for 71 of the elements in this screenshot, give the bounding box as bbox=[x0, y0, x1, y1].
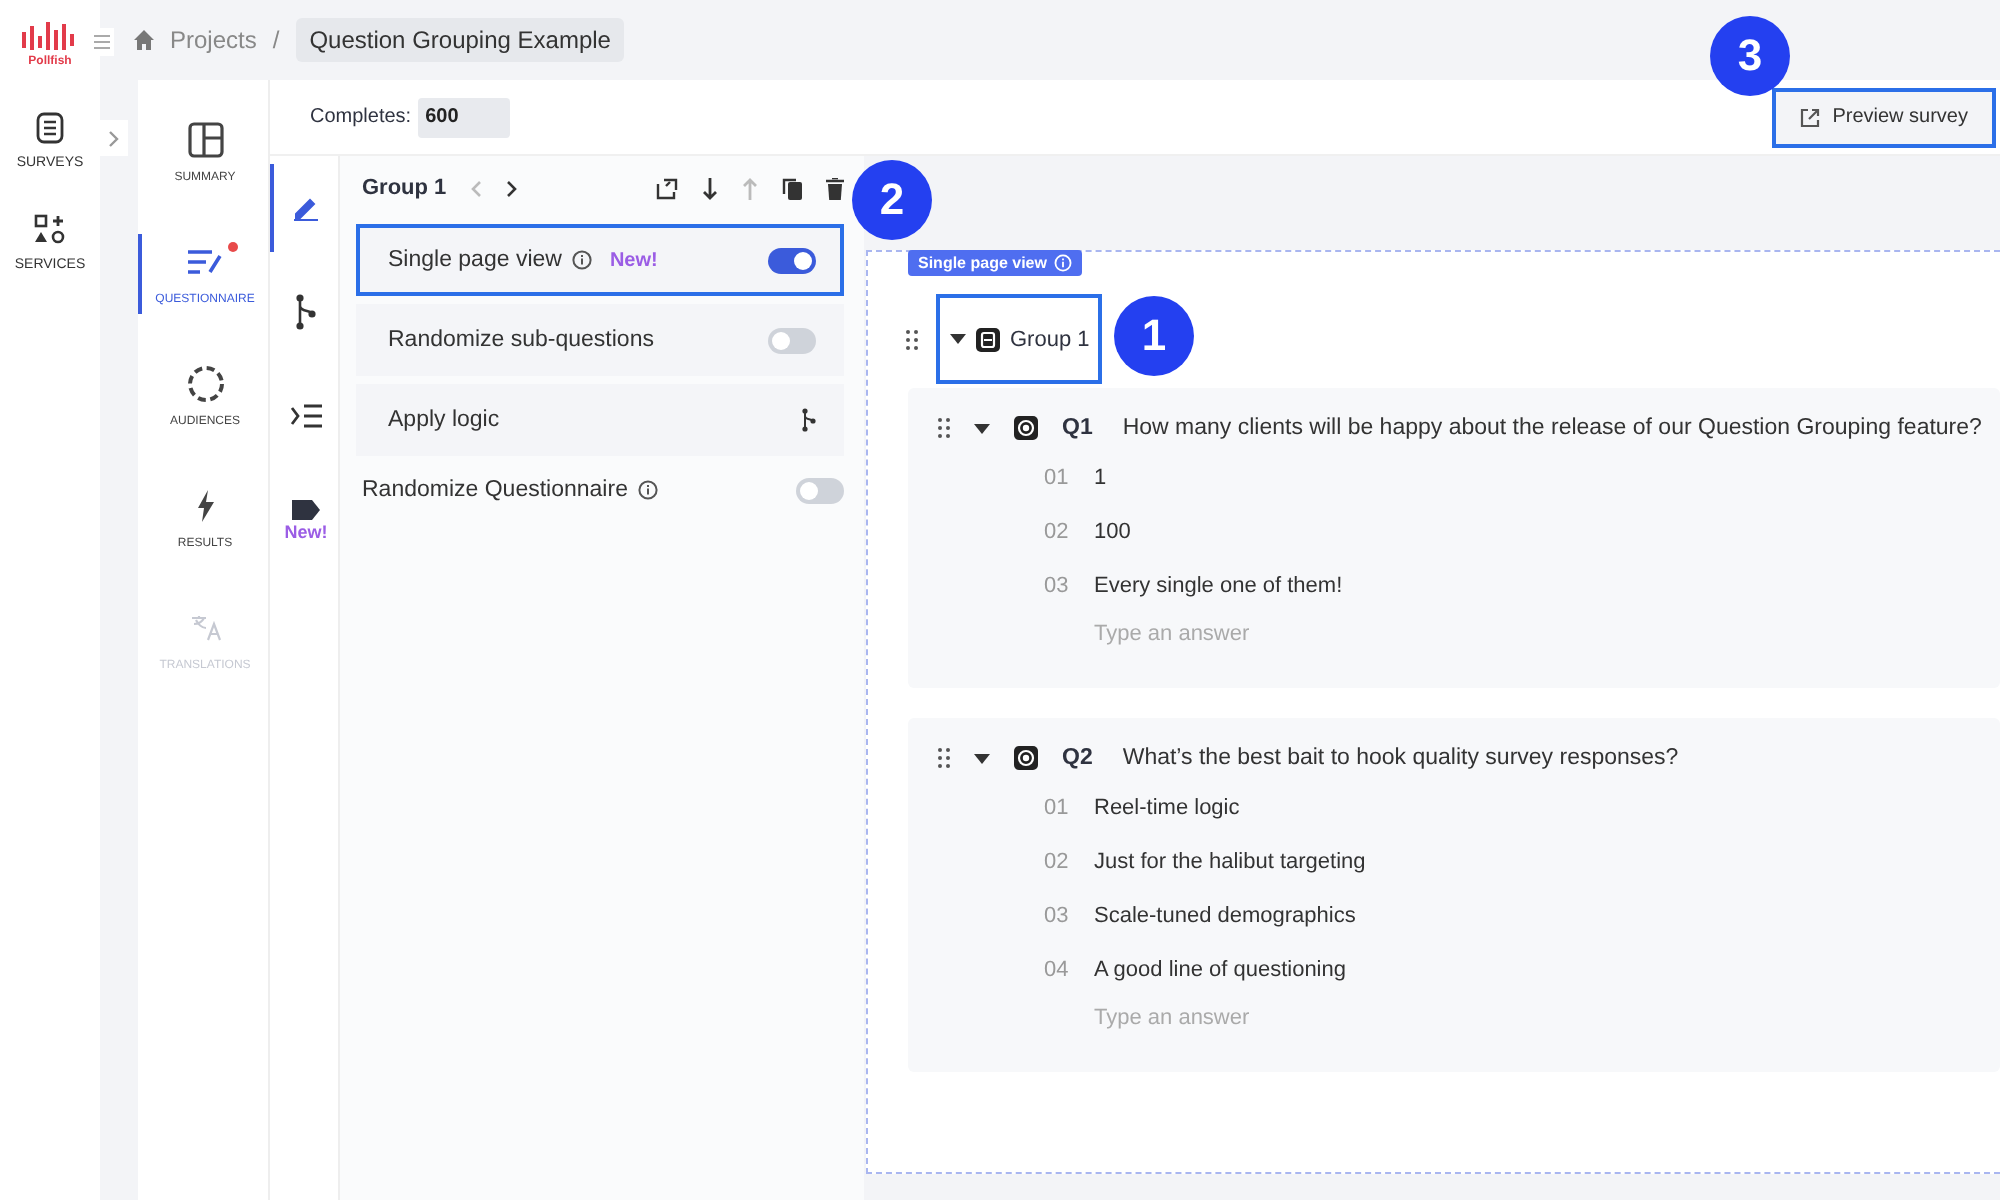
list-edit-icon bbox=[185, 248, 225, 276]
ungroup-icon[interactable] bbox=[656, 177, 678, 199]
breadcrumb-separator: / bbox=[272, 26, 280, 54]
answer-text: 1 bbox=[1094, 465, 1107, 489]
setting-label: Randomize sub-questions bbox=[388, 328, 654, 352]
trash-icon[interactable] bbox=[826, 177, 844, 199]
translate-icon bbox=[189, 614, 221, 642]
caret-icon[interactable] bbox=[974, 423, 990, 433]
arrow-down-icon[interactable] bbox=[702, 177, 718, 199]
group-icon bbox=[976, 327, 1000, 351]
answer-text: Every single one of them! bbox=[1094, 573, 1343, 597]
pen-icon bbox=[292, 194, 320, 222]
branch-icon bbox=[296, 294, 316, 330]
lightning-icon bbox=[195, 490, 215, 522]
answer-text: Scale-tuned demographics bbox=[1094, 903, 1356, 927]
answer-field[interactable]: Type an answer bbox=[1094, 612, 1494, 656]
copy-icon[interactable] bbox=[782, 177, 802, 199]
chevron-right-icon bbox=[108, 129, 120, 147]
setting-label: Single page view bbox=[388, 248, 562, 272]
question-text: How many clients will be happy about the release of our Question Grouping feature? bbox=[1122, 416, 1982, 440]
preview-survey-button[interactable]: Preview survey bbox=[1772, 87, 1996, 147]
info-icon[interactable] bbox=[637, 480, 658, 500]
radio-type-icon bbox=[1014, 416, 1038, 440]
setting-label: Apply logic bbox=[388, 408, 500, 432]
tool-tab[interactable]: New! bbox=[270, 476, 338, 564]
external-link-icon bbox=[1800, 107, 1821, 127]
answer-text: 100 bbox=[1094, 519, 1131, 543]
completes-field[interactable]: 600 bbox=[417, 97, 510, 137]
branch-icon[interactable] bbox=[802, 408, 816, 432]
project-name: Question Grouping Example bbox=[295, 18, 625, 62]
answer-number: 01 bbox=[1044, 465, 1070, 489]
answer-number: 02 bbox=[1044, 849, 1070, 873]
info-icon bbox=[1054, 254, 1073, 272]
caret-icon[interactable] bbox=[974, 753, 990, 763]
answer-number: 01 bbox=[1044, 795, 1070, 819]
logo-icon bbox=[20, 20, 80, 56]
dotted-circle-icon bbox=[185, 364, 225, 404]
question-number: Q2 bbox=[1062, 746, 1093, 770]
new-label: New! bbox=[609, 249, 658, 271]
next-icon[interactable] bbox=[506, 179, 519, 197]
layout-icon bbox=[187, 122, 223, 158]
question-number: Q1 bbox=[1062, 416, 1093, 440]
radio-type-icon bbox=[1014, 746, 1038, 770]
group-header[interactable]: Group 1 bbox=[936, 294, 1102, 384]
answer-field[interactable]: Type an answer bbox=[1094, 996, 1494, 1040]
question-text: What’s the best bait to hook quality survey responses? bbox=[1122, 746, 1679, 770]
tag-icon bbox=[290, 498, 322, 522]
shapes-icon bbox=[34, 214, 66, 246]
answer-number: 02 bbox=[1044, 519, 1070, 543]
toggle-switch[interactable] bbox=[768, 247, 816, 273]
expand-button[interactable] bbox=[100, 120, 128, 156]
answer-text: Just for the halibut targeting bbox=[1094, 849, 1366, 873]
setting-label: Randomize Questionnaire bbox=[362, 478, 628, 502]
answer-text: Reel-time logic bbox=[1094, 795, 1240, 819]
document-icon bbox=[36, 112, 64, 144]
group-title: Group 1 bbox=[362, 176, 447, 200]
answer-number: 04 bbox=[1044, 957, 1070, 981]
answer-number: 03 bbox=[1044, 903, 1070, 927]
toggle-switch[interactable] bbox=[768, 327, 816, 353]
completes-label: Completes: bbox=[310, 106, 412, 128]
home-icon[interactable] bbox=[134, 30, 154, 50]
info-icon[interactable] bbox=[571, 250, 592, 270]
drag-handle-icon[interactable] bbox=[938, 418, 950, 438]
answer-number: 03 bbox=[1044, 573, 1070, 597]
drag-handle-icon[interactable] bbox=[906, 329, 918, 349]
answer-text: A good line of questioning bbox=[1094, 957, 1346, 981]
caret-icon bbox=[950, 334, 966, 344]
toggle-switch[interactable] bbox=[796, 477, 844, 503]
single-page-view-badge: Single page view bbox=[908, 250, 1083, 276]
indent-list-icon bbox=[290, 404, 322, 428]
drag-handle-icon[interactable] bbox=[938, 748, 950, 768]
